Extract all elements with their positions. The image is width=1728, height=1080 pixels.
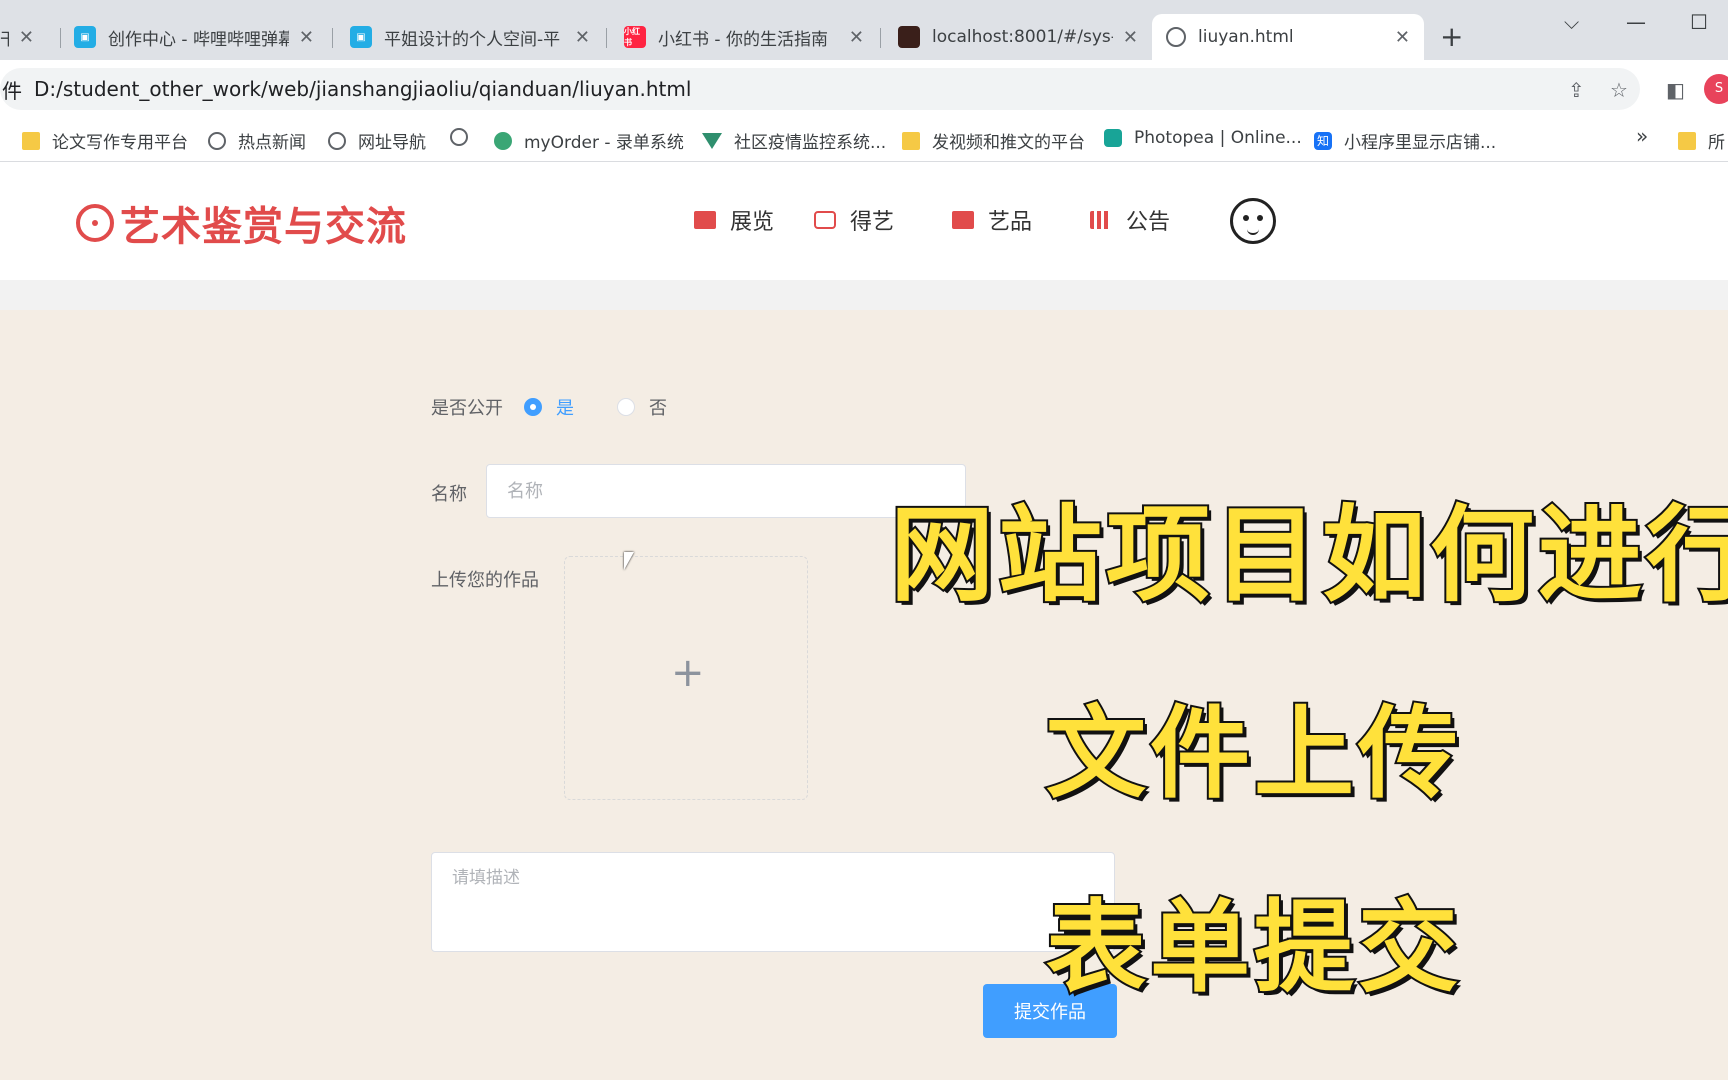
overlay-title-3: 表单提交 xyxy=(1044,887,1462,1008)
vue-icon xyxy=(702,132,722,149)
close-icon[interactable]: ✕ xyxy=(1123,27,1138,48)
tab-localhost[interactable]: localhost:8001/#/sys-r ✕ xyxy=(884,14,1152,60)
browser-tab-bar: 干 ✕ ▣ 创作中心 - 哔哩哔哩弹幕 ✕ ▣ 平姐设计的个人空间-平 ✕ 小红… xyxy=(0,0,1728,60)
close-icon[interactable]: ✕ xyxy=(849,27,864,48)
tab-separator xyxy=(606,28,607,48)
profile-avatar[interactable]: S xyxy=(1704,74,1728,104)
url-field[interactable]: 件 D:/student_other_work/web/jianshangjia… xyxy=(0,68,1640,110)
radio-checked-icon xyxy=(524,398,542,416)
url-text: D:/student_other_work/web/jianshangjiaol… xyxy=(34,77,692,101)
minimize-icon[interactable]: — xyxy=(1626,10,1646,34)
bookmark-item[interactable]: 知 小程序里显示店铺... xyxy=(1314,128,1496,153)
tab-liuyan[interactable]: liuyan.html ✕ xyxy=(1152,14,1424,60)
nav-artwork[interactable]: 艺品 xyxy=(952,204,1032,236)
zhihu-icon: 知 xyxy=(1314,131,1332,150)
green-icon xyxy=(494,131,512,150)
bookmark-item[interactable]: 发视频和推文的平台 xyxy=(902,128,1085,153)
bar-chart-icon xyxy=(1090,211,1112,229)
tab-partial[interactable]: 干 ✕ xyxy=(0,14,48,60)
plus-icon: + xyxy=(671,650,705,696)
header-divider xyxy=(0,280,1728,310)
bookmark-item[interactable]: 所 xyxy=(1678,128,1725,153)
user-avatar[interactable] xyxy=(1230,198,1276,244)
camera-icon xyxy=(694,211,716,229)
bookmarks-bar: 论文写作专用平台 热点新闻 网址导航 myOrder - 录单系统 社区疫情监控… xyxy=(0,118,1728,162)
folder-icon xyxy=(1678,131,1696,150)
bookmark-item[interactable]: 网址导航 xyxy=(328,128,426,153)
folder-icon xyxy=(22,131,40,150)
photo-camera-icon xyxy=(814,211,836,229)
globe-icon xyxy=(450,128,468,146)
nav-announcement[interactable]: 公告 xyxy=(1090,204,1170,236)
bookmark-item[interactable]: 论文写作专用平台 xyxy=(22,128,188,153)
app-icon xyxy=(898,26,920,48)
radio-yes[interactable]: 是 xyxy=(524,394,574,420)
close-icon[interactable]: ✕ xyxy=(299,27,314,48)
public-label: 是否公开 xyxy=(431,398,503,419)
folder-icon xyxy=(902,131,920,150)
photopea-icon xyxy=(1104,129,1122,147)
bilibili-icon: ▣ xyxy=(74,26,96,48)
close-icon[interactable]: ✕ xyxy=(19,27,34,48)
wheel-icon xyxy=(76,204,114,242)
close-icon[interactable]: ✕ xyxy=(1395,27,1410,48)
bookmarks-more-button[interactable]: » xyxy=(1636,124,1648,148)
share-icon[interactable]: ⇪ xyxy=(1568,78,1585,102)
tab-separator xyxy=(880,28,881,48)
bilibili-icon: ▣ xyxy=(350,26,372,48)
tab-separator xyxy=(332,28,333,48)
bookmark-item[interactable]: 热点新闻 xyxy=(208,128,306,153)
side-panel-icon[interactable]: ◧ xyxy=(1666,78,1685,102)
maximize-icon[interactable]: ☐ xyxy=(1690,10,1708,34)
xiaohongshu-icon: 小红书 xyxy=(624,26,646,48)
overlay-title-1: 网站项目如何进行 xyxy=(888,492,1728,618)
globe-icon xyxy=(1166,27,1186,47)
close-icon[interactable]: ✕ xyxy=(575,27,590,48)
name-label: 名称 xyxy=(431,484,467,505)
address-prefix: 件 xyxy=(2,79,22,103)
star-icon[interactable]: ☆ xyxy=(1610,78,1628,102)
bookmark-item[interactable]: myOrder - 录单系统 xyxy=(494,128,684,153)
image-icon xyxy=(952,211,974,229)
site-logo[interactable]: 艺术鉴赏与交流 xyxy=(76,194,407,252)
tab-xiaohongshu[interactable]: 小红书 小红书 - 你的生活指南 ✕ xyxy=(610,14,878,60)
form-area xyxy=(0,310,1728,1080)
bookmark-item[interactable]: 社区疫情监控系统... xyxy=(702,128,886,153)
tab-bilibili[interactable]: ▣ 创作中心 - 哔哩哔哩弹幕 ✕ xyxy=(60,14,328,60)
tab-search-icon[interactable]: ⌵ xyxy=(1564,10,1579,34)
radio-no[interactable]: 否 xyxy=(617,394,667,420)
site-header: 艺术鉴赏与交流 展览 得艺 艺品 公告 xyxy=(0,162,1728,280)
nav-deyi[interactable]: 得艺 xyxy=(814,204,894,236)
globe-icon xyxy=(208,131,226,150)
overlay-title-2: 文件上传 xyxy=(1044,693,1462,814)
nav-exhibition[interactable]: 展览 xyxy=(694,204,774,236)
new-tab-button[interactable]: + xyxy=(1440,20,1463,53)
description-textarea[interactable] xyxy=(431,852,1115,952)
bookmark-item[interactable] xyxy=(450,128,480,146)
globe-icon xyxy=(328,131,346,150)
bookmark-item[interactable]: Photopea | Online... xyxy=(1104,128,1302,148)
tab-bilibili-space[interactable]: ▣ 平姐设计的个人空间-平 ✕ xyxy=(336,14,604,60)
upload-area[interactable]: + xyxy=(564,556,808,800)
address-bar: 件 D:/student_other_work/web/jianshangjia… xyxy=(0,60,1728,118)
mouse-cursor-icon xyxy=(624,552,634,570)
radio-unchecked-icon xyxy=(617,398,635,416)
upload-label: 上传您的作品 xyxy=(431,570,539,591)
